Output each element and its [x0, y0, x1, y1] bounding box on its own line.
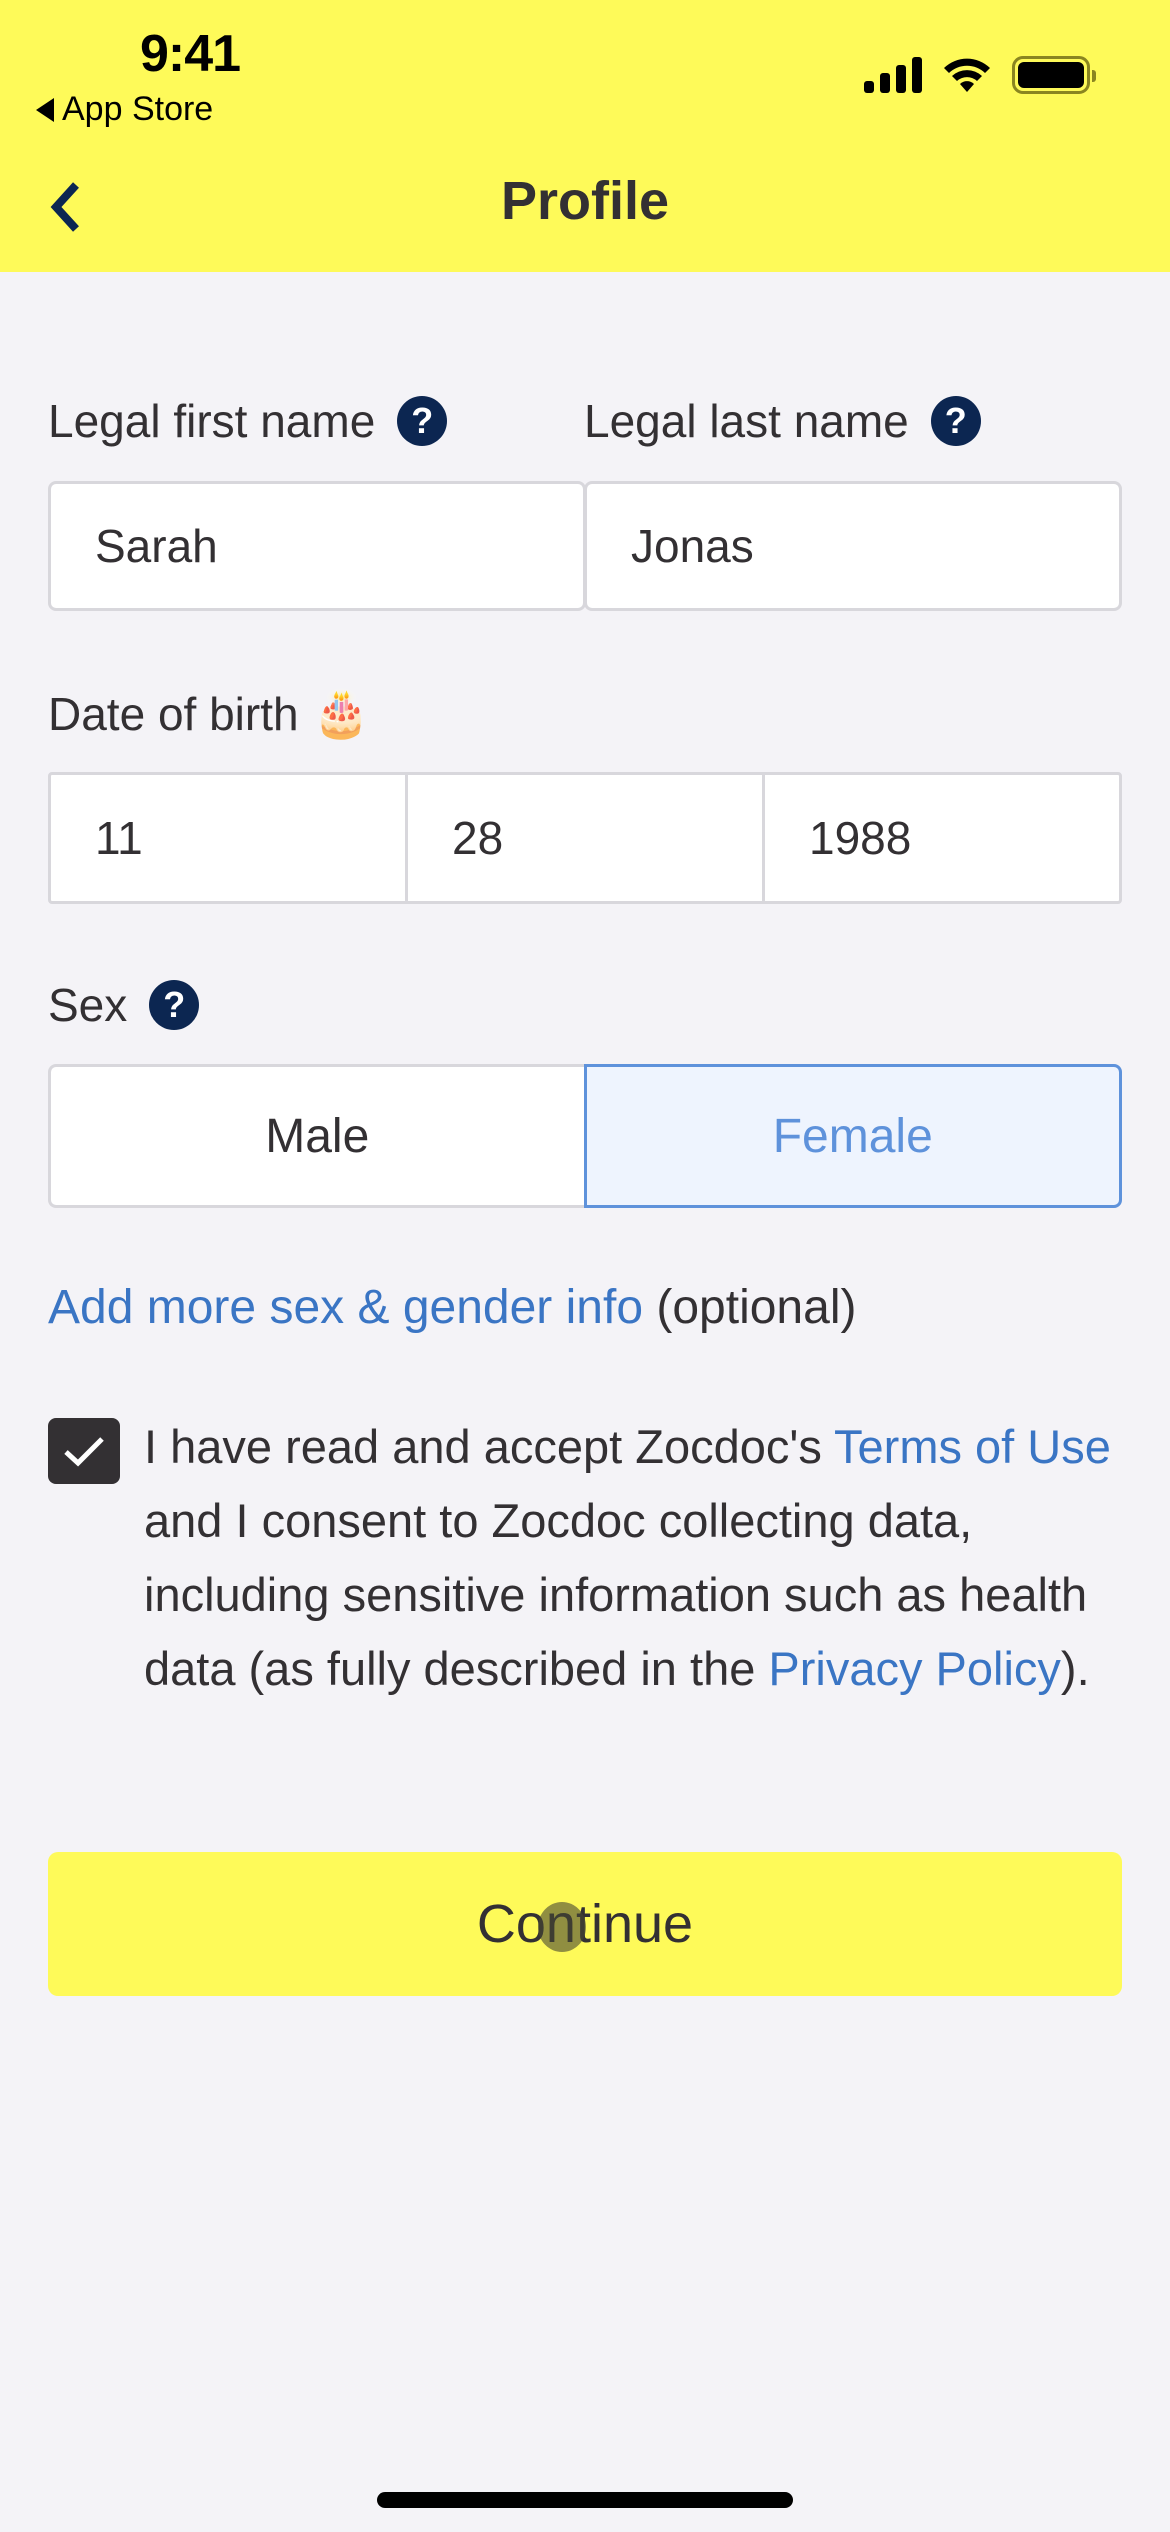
- page-title: Profile: [500, 171, 670, 231]
- consent-text-3: ).: [1060, 1642, 1090, 1695]
- last-name-help-icon[interactable]: ?: [930, 396, 981, 446]
- first-name-help-icon[interactable]: ?: [397, 396, 448, 446]
- terms-of-use-link[interactable]: Terms of Use: [834, 1420, 1111, 1473]
- checkmark-icon: [64, 1437, 104, 1467]
- sex-option-male[interactable]: Male: [48, 1064, 584, 1208]
- battery-icon: [1012, 56, 1096, 94]
- consent-text: I have read and accept Zocdoc's Terms of…: [144, 1410, 1124, 1706]
- consent-checkbox[interactable]: [48, 1418, 120, 1484]
- first-name-field[interactable]: Sarah: [48, 481, 586, 611]
- dob-fields: 11 28 1988: [48, 772, 1122, 904]
- sex-selector: Male Female: [48, 1064, 1122, 1208]
- optional-label: (optional): [656, 1281, 857, 1334]
- dob-year-field[interactable]: 1988: [765, 775, 1119, 901]
- last-name-value: Jonas: [631, 520, 754, 572]
- sex-help-icon[interactable]: ?: [149, 980, 200, 1030]
- back-to-app-store[interactable]: App Store: [36, 90, 213, 129]
- header: 9:41 App Store Profile: [0, 0, 1170, 272]
- first-name-value: Sarah: [95, 520, 218, 572]
- back-triangle-icon: [36, 97, 54, 122]
- back-app-label: App Store: [62, 90, 214, 128]
- home-indicator[interactable]: [377, 2492, 793, 2508]
- first-name-label-row: Legal first name ?: [48, 394, 448, 448]
- sex-label-row: Sex ?: [48, 978, 200, 1032]
- birthday-cake-icon: 🎂: [312, 687, 370, 739]
- sex-label: Sex: [48, 979, 128, 1031]
- dob-day-field[interactable]: 28: [408, 775, 765, 901]
- gender-info-row: Add more sex & gender info (optional): [48, 1280, 856, 1335]
- add-gender-info-link[interactable]: Add more sex & gender info: [48, 1281, 643, 1334]
- dob-label: Date of birth: [48, 687, 299, 740]
- last-name-label-row: Legal last name ?: [584, 394, 981, 448]
- wifi-icon: [944, 58, 990, 92]
- dob-day-value: 28: [452, 812, 504, 864]
- status-time: 9:41: [140, 25, 241, 83]
- dob-month-field[interactable]: 11: [51, 775, 408, 901]
- dob-label-row: Date of birth 🎂: [48, 686, 370, 741]
- dob-month-value: 11: [95, 812, 143, 864]
- dob-year-value: 1988: [809, 812, 912, 864]
- profile-screen: 9:41 App Store Profile Legal first name …: [0, 0, 1170, 2532]
- consent-text-1: I have read and accept Zocdoc's: [144, 1420, 835, 1473]
- status-icons: [864, 56, 1096, 94]
- last-name-label: Legal last name: [584, 395, 909, 447]
- touch-indicator: [538, 1902, 586, 1952]
- sex-option-female[interactable]: Female: [583, 1064, 1122, 1208]
- cellular-signal-icon: [864, 57, 922, 93]
- first-name-label: Legal first name: [48, 395, 376, 447]
- privacy-policy-link[interactable]: Privacy Policy: [768, 1642, 1061, 1695]
- last-name-field[interactable]: Jonas: [584, 481, 1122, 611]
